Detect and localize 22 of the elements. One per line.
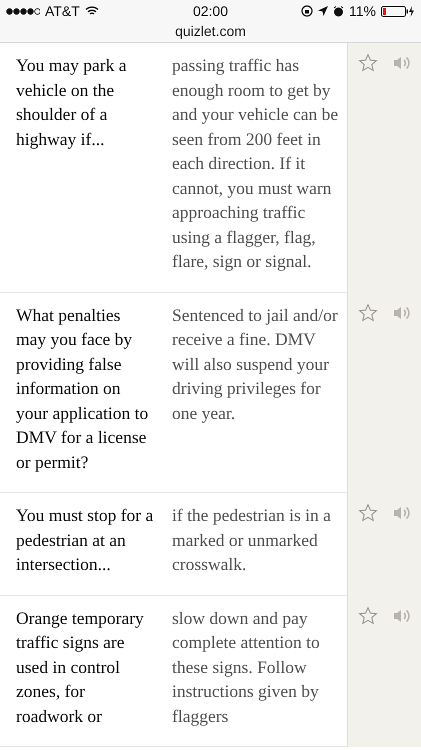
location-arrow-icon [318, 6, 328, 16]
battery-icon [380, 6, 415, 16]
star-icon[interactable] [358, 606, 378, 626]
card-definition: if the pedestrian is in a marked or unmarked crosswalk. [172, 504, 332, 576]
wifi-icon [84, 6, 99, 16]
card-term: You must stop for a pedestrian at an intersection... [16, 504, 154, 576]
alarm-icon [333, 6, 344, 16]
card-term: You may park a vehicle on the shoulder of a highway if... [16, 54, 128, 151]
rotation-lock-icon [301, 5, 313, 17]
star-icon[interactable] [358, 302, 378, 322]
card-term: Orange temporary traffic signs are used in control zones, for roadwork or [16, 606, 145, 728]
card-definition: passing traffic has enough room to get by and your vehicle can be seen from 200 feet in each direction. If it cannot, you must warn approaching traffic using a flagger, flag, flare, sign or signal. [172, 54, 339, 273]
signal-icon [6, 8, 40, 14]
card-definition: slow down and pay complete attention to these signs. Follow instructions given by flaggers [172, 606, 321, 728]
battery-percent: 11% [349, 3, 376, 19]
clock-time: 02:00 [192, 3, 228, 19]
star-icon[interactable] [358, 53, 378, 73]
card-term: What penalties may you face by providing false information on your application to DMV for a license or permit? [16, 304, 150, 474]
card-definition: Sentenced to jail and/or receive a fine. DMV will also suspend your driving privileges for one year. [172, 304, 339, 425]
star-icon[interactable] [358, 503, 378, 523]
url-address[interactable]: quizlet.com [0, 22, 421, 42]
carrier-name: AT&T [45, 3, 80, 19]
